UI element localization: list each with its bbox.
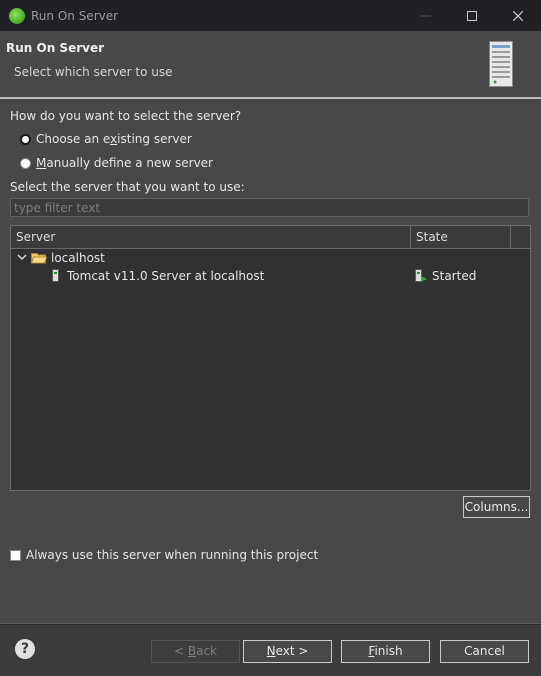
always-use-checkbox-row[interactable]: Always use this server when running this… xyxy=(10,548,318,562)
table-row-localhost[interactable]: localhost xyxy=(11,249,530,267)
radio-manually-define-label: Manually define a new server xyxy=(36,156,213,170)
close-button[interactable] xyxy=(495,0,541,31)
server-banner-icon xyxy=(489,41,513,87)
radio-choose-existing-label: Choose an existing server xyxy=(36,132,192,146)
radio-button-unchecked[interactable] xyxy=(20,157,31,169)
server-name: Tomcat v11.0 Server at localhost xyxy=(67,269,265,283)
radio-choose-existing[interactable]: Choose an existing server xyxy=(20,132,192,146)
chevron-down-icon[interactable] xyxy=(17,253,27,264)
wizard-footer: ? < Back Next > Finish Cancel xyxy=(0,624,541,676)
select-server-label: Select the server that you want to use: xyxy=(10,180,245,194)
table-header: Server State xyxy=(11,226,530,249)
maximize-button[interactable] xyxy=(449,0,495,31)
server-state: Started xyxy=(432,269,477,283)
spring-app-icon xyxy=(9,7,25,24)
minimize-button[interactable] xyxy=(403,0,449,31)
radio-manually-define[interactable]: Manually define a new server xyxy=(20,156,213,170)
back-button[interactable]: < Back xyxy=(151,640,240,663)
host-name: localhost xyxy=(51,251,105,265)
window-controls xyxy=(403,0,541,31)
started-arrow-icon xyxy=(421,276,427,282)
cancel-button[interactable]: Cancel xyxy=(440,640,529,663)
always-use-label: Always use this server when running this… xyxy=(26,548,319,562)
next-button[interactable]: Next > xyxy=(243,640,332,663)
help-icon[interactable]: ? xyxy=(15,639,35,659)
column-header-server[interactable]: Server xyxy=(11,226,411,248)
minimize-icon xyxy=(421,15,431,16)
finish-button[interactable]: Finish xyxy=(341,640,430,663)
window-title: Run On Server xyxy=(31,8,119,23)
title-bar: Run On Server xyxy=(0,0,541,31)
wizard-title: Run On Server xyxy=(6,41,105,55)
open-folder-icon xyxy=(31,253,47,264)
server-icon xyxy=(52,269,59,282)
column-header-state[interactable]: State xyxy=(411,226,511,248)
selection-question: How do you want to select the server? xyxy=(10,109,242,123)
always-use-checkbox[interactable] xyxy=(10,549,21,561)
server-table[interactable]: Server State localhost Tomcat v11.0 Serv… xyxy=(10,225,531,491)
table-row-tomcat[interactable]: Tomcat v11.0 Server at localhost Started xyxy=(11,267,530,285)
filter-input[interactable] xyxy=(10,198,529,217)
wizard-header: Run On Server Select which server to use xyxy=(0,31,541,99)
wizard-subtitle: Select which server to use xyxy=(14,65,173,79)
columns-button[interactable]: Columns... xyxy=(463,496,530,518)
close-icon xyxy=(513,10,523,21)
radio-button-checked[interactable] xyxy=(20,133,31,145)
maximize-icon xyxy=(467,10,477,21)
